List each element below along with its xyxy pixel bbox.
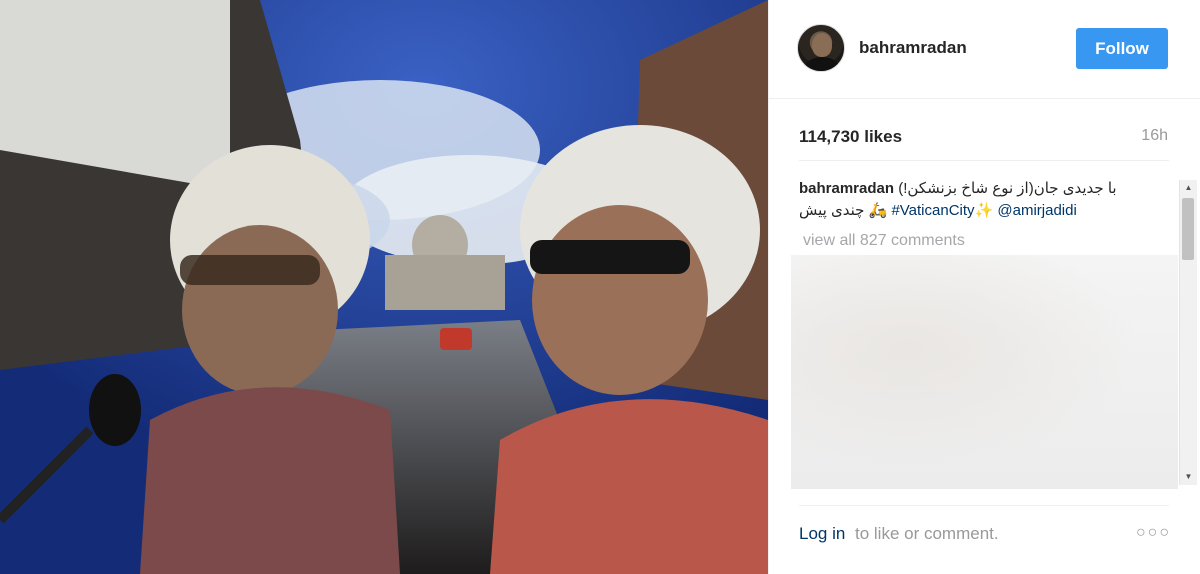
follow-button[interactable]: Follow	[1076, 28, 1168, 69]
post-photo[interactable]	[0, 0, 768, 574]
post-sidebar: bahramradan Follow 114,730 likes 16h bah…	[769, 0, 1200, 574]
caption-hashtag[interactable]: #VaticanCity	[891, 202, 974, 219]
caption-mention[interactable]: @amirjadidi	[997, 202, 1076, 219]
more-options-icon[interactable]: ○○○	[1136, 524, 1171, 542]
comments-scrollbar[interactable]: ▲ ▼	[1179, 180, 1197, 485]
avatar-face	[812, 33, 832, 57]
post-footer: Log in to like or comment. ○○○	[769, 505, 1200, 574]
photo-illustration	[0, 0, 768, 574]
avatar[interactable]	[797, 24, 845, 72]
caption: bahramradan با جدیدی جان(از نوع شاخ بزنش…	[799, 178, 1169, 222]
comments-area: bahramradan با جدیدی جان(از نوع شاخ بزنش…	[769, 160, 1200, 505]
comments-placeholder	[791, 255, 1178, 489]
view-all-comments-link[interactable]: view all 827 comments	[803, 232, 965, 250]
login-prompt-text: to like or comment.	[855, 524, 999, 543]
post-header: bahramradan Follow	[769, 0, 1200, 99]
sparkle-emoji: ✨	[974, 202, 994, 219]
username-link[interactable]: bahramradan	[859, 38, 967, 58]
likes-count[interactable]: 114,730 likes	[799, 127, 902, 147]
login-link[interactable]: Log in	[799, 524, 845, 544]
post-time[interactable]: 16h	[1141, 127, 1168, 145]
caption-tail: چندی پیش	[799, 202, 865, 219]
caption-text: با جدیدی جان(از نوع شاخ بزنشکن!)	[898, 180, 1117, 197]
scroll-up-icon[interactable]: ▲	[1180, 180, 1197, 196]
scooter-emoji: 🛵	[868, 202, 888, 219]
caption-username[interactable]: bahramradan	[799, 180, 894, 197]
avatar-body	[804, 57, 840, 71]
scroll-down-icon[interactable]: ▼	[1180, 469, 1197, 485]
scroll-thumb[interactable]	[1182, 198, 1194, 260]
